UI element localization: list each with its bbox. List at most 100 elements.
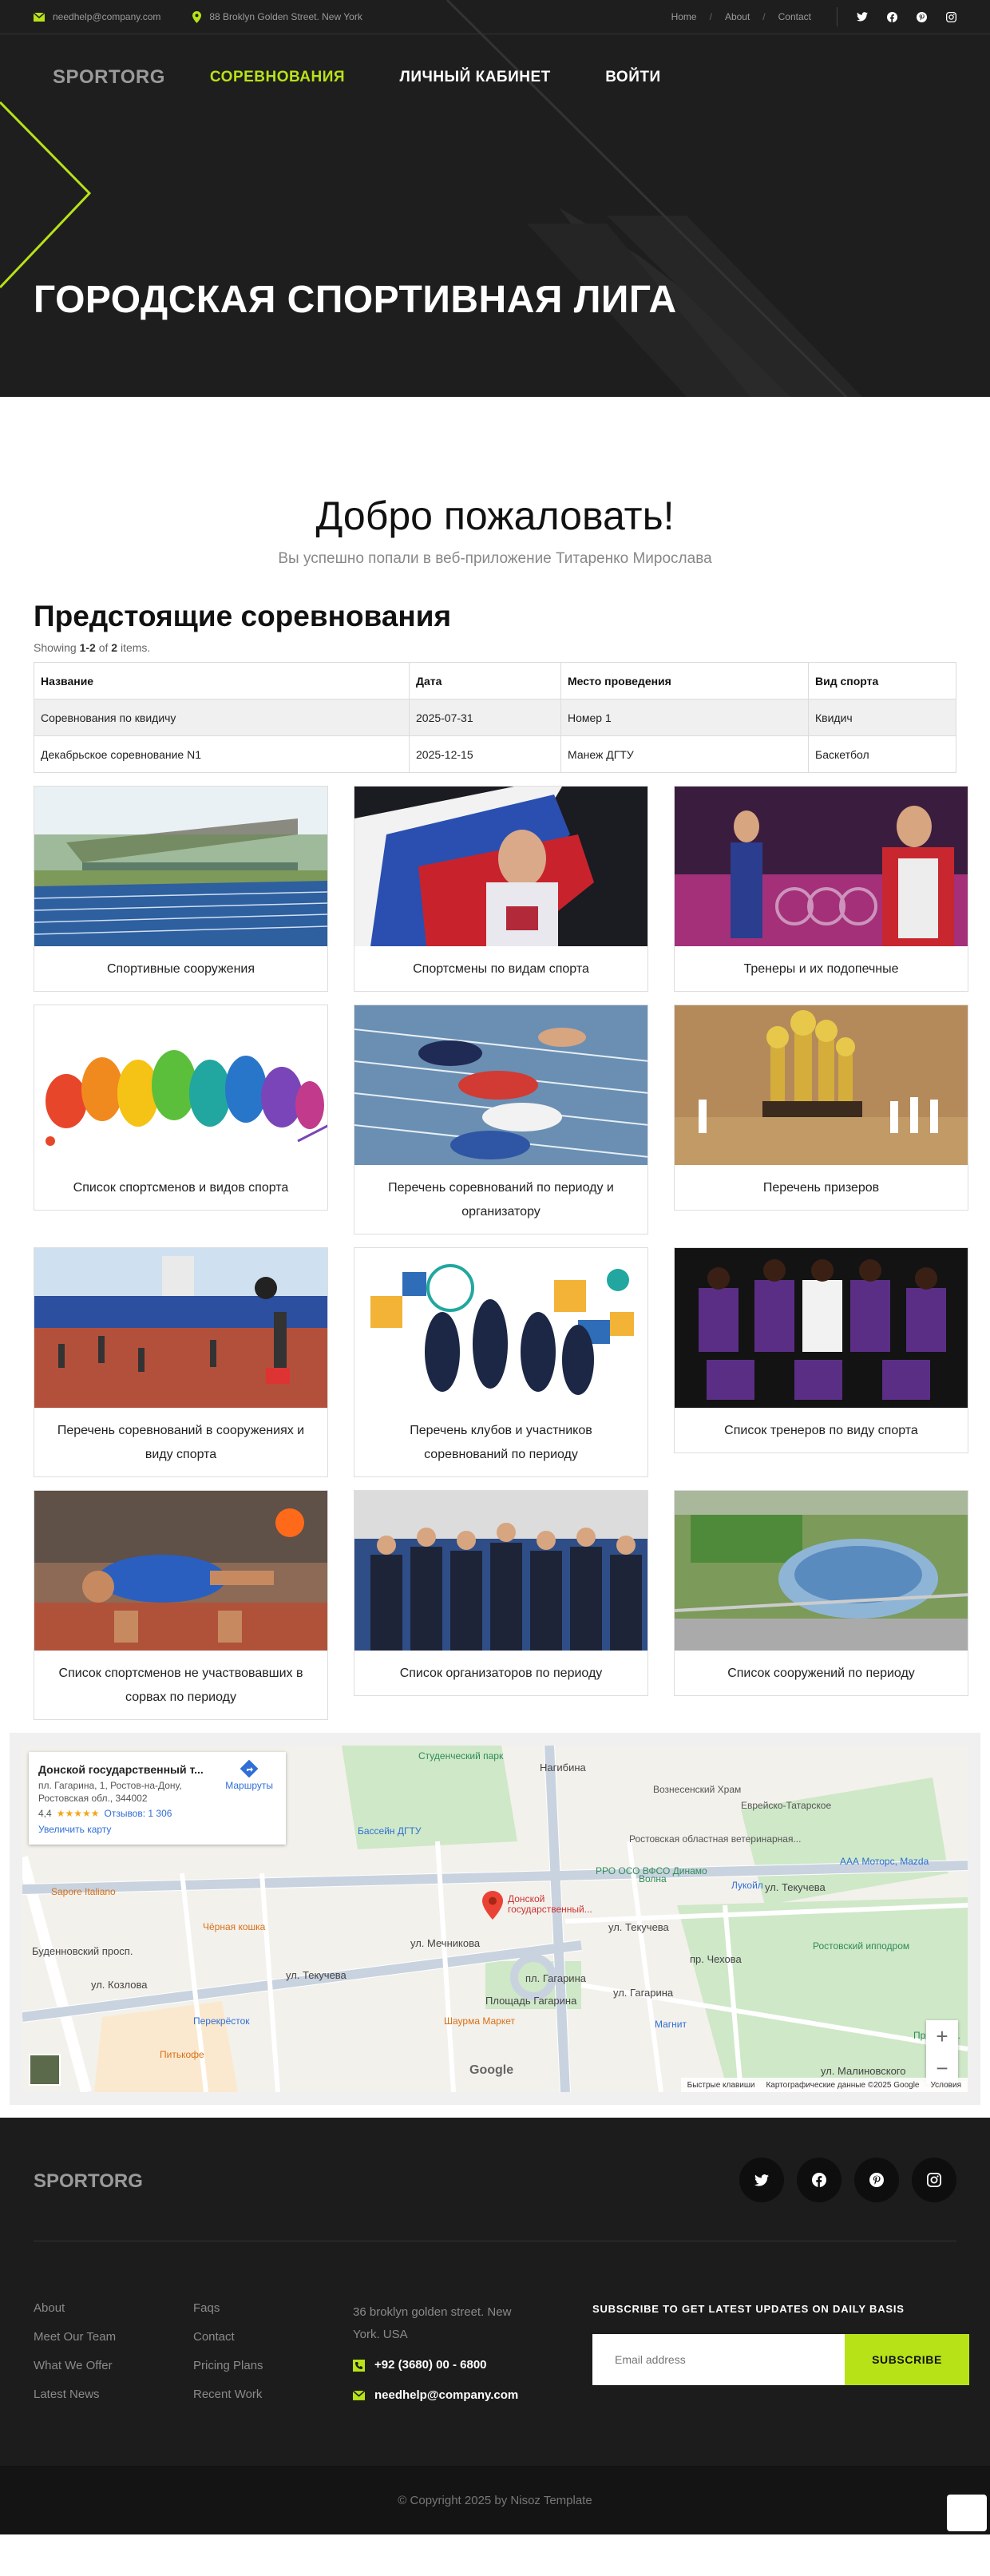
newsletter-form: SUBSCRIBE TO GET LATEST UPDATES ON DAILY… xyxy=(592,2303,969,2385)
summary-suffix: items. xyxy=(117,641,151,654)
map-shortcuts-link[interactable]: Быстрые клавиши xyxy=(687,2081,755,2090)
footer-contact: 36 broklyn golden street. New York. USA … xyxy=(353,2301,537,2407)
footer-link-faqs[interactable]: Faqs xyxy=(193,2301,263,2330)
envelope-icon xyxy=(34,12,45,22)
card-organizers[interactable]: Список организаторов по периоду xyxy=(354,1490,648,1696)
card-label: Список тренеров по виду спорта xyxy=(724,1424,918,1437)
card-coaches-by-sport[interactable]: Список тренеров по виду спорта xyxy=(674,1247,968,1453)
instagram-icon[interactable] xyxy=(946,11,956,22)
table-row[interactable]: Соревнования по квидичу 2025-07-31 Номер… xyxy=(34,699,956,736)
pinterest-icon[interactable] xyxy=(854,2158,899,2202)
column-header-name[interactable]: Название xyxy=(34,662,410,699)
topbar-link-about[interactable]: About xyxy=(725,11,750,22)
card-athletes-and-sports[interactable]: Список спортсменов и видов спорта xyxy=(34,1005,328,1211)
map-label-koshka: Чёрная кошка xyxy=(203,1921,266,1932)
card-label: Перечень соревнований по периоду и орган… xyxy=(388,1181,614,1219)
rating-stars-icon: ★★★★★ xyxy=(56,1808,100,1819)
divider: / xyxy=(709,11,712,22)
place-address: пл. Гагарина, 1, Ростов-на-Дону, Ростовс… xyxy=(38,1780,182,1804)
place-reviews-link[interactable]: Отзывов: 1 306 xyxy=(104,1808,172,1819)
card-label: Список спортсменов не участвовавших в со… xyxy=(58,1666,303,1704)
footer-phone[interactable]: +92 (3680) 00 - 6800 xyxy=(374,2354,487,2376)
column-header-venue[interactable]: Место проведения xyxy=(560,662,809,699)
card-competitions-in-facilities[interactable]: Перечень соревнований в сооружениях и ви… xyxy=(34,1247,328,1477)
map-label-street: ул. Козлова xyxy=(91,1979,148,1991)
card-competitions-by-period[interactable]: Перечень соревнований по периоду и орган… xyxy=(354,1005,648,1234)
footer-link-team[interactable]: Meet Our Team xyxy=(34,2330,116,2359)
map-terms-link[interactable]: Условия xyxy=(930,2081,961,2090)
card-coaches[interactable]: Тренеры и их подопечные xyxy=(674,786,968,992)
enlarge-map-link[interactable]: Увеличить карту xyxy=(38,1824,276,1835)
location-map[interactable]: Студенческий парк Бассейн ДГТУ Вознесенс… xyxy=(10,1733,980,2105)
table-summary: Showing 1-2 of 2 items. xyxy=(34,641,956,654)
footer-link-news[interactable]: Latest News xyxy=(34,2388,116,2416)
footer-email-row[interactable]: needhelp@company.com xyxy=(353,2384,537,2407)
column-header-sport[interactable]: Вид спорта xyxy=(808,662,956,699)
map-label-magnit: Магнит xyxy=(655,2019,687,2030)
map-label-pin[interactable]: Донской государственный... xyxy=(508,1894,612,1915)
card-label: Тренеры и их подопечные xyxy=(743,962,899,976)
topbar-email-text[interactable]: needhelp@company.com xyxy=(53,11,160,22)
map-label-street: пл. Гагарина xyxy=(525,1972,586,1984)
report-cards: Спортивные сооружения Спортсмены по вида… xyxy=(34,786,968,1720)
nav-links: СОРЕВНОВАНИЯ ЛИЧНЫЙ КАБИНЕТ ВОЙТИ xyxy=(210,69,712,86)
card-prize-winners[interactable]: Перечень призеров xyxy=(674,1005,968,1211)
newsletter-label: SUBSCRIBE TO GET LATEST UPDATES ON DAILY… xyxy=(592,2303,905,2315)
card-non-participants[interactable]: Список спортсменов не участвовавших в со… xyxy=(34,1490,328,1720)
footer-address: 36 broklyn golden street. New York. USA xyxy=(353,2305,512,2341)
instagram-icon[interactable] xyxy=(912,2158,956,2202)
facebook-icon[interactable] xyxy=(887,11,897,22)
map-type-thumbnail[interactable] xyxy=(29,2054,61,2086)
twitter-icon[interactable] xyxy=(739,2158,784,2202)
site-header: needhelp@company.com 88 Broklyn Golden S… xyxy=(0,0,990,397)
footer-link-work[interactable]: Recent Work xyxy=(193,2388,263,2416)
map-label-vet: Ростовская областная ветеринарная... xyxy=(629,1833,802,1845)
table-row[interactable]: Декабрьское соревнование N1 2025-12-15 М… xyxy=(34,735,956,773)
map-label-aaa: ААА Моторс, Mazda xyxy=(840,1856,929,1867)
newsletter-email-input[interactable] xyxy=(592,2334,845,2385)
subscribe-button[interactable]: SUBSCRIBE xyxy=(845,2334,969,2385)
copyright-text: © Copyright 2025 by Nisoz Template xyxy=(398,2493,592,2507)
card-image-coach-gymnast xyxy=(675,787,968,946)
recaptcha-badge-icon[interactable] xyxy=(947,2495,987,2531)
nav-item-cabinet[interactable]: ЛИЧНЫЙ КАБИНЕТ xyxy=(400,69,551,85)
site-logo[interactable]: SPORTORG xyxy=(53,66,165,89)
footer-link-pricing[interactable]: Pricing Plans xyxy=(193,2359,263,2388)
twitter-icon[interactable] xyxy=(857,12,868,22)
footer-link-offer[interactable]: What We Offer xyxy=(34,2359,116,2388)
place-rating-row: 4,4 ★★★★★ Отзывов: 1 306 xyxy=(38,1808,276,1819)
place-info-card: Донской государственный т... пл. Гагарин… xyxy=(29,1752,286,1845)
zoom-in-button[interactable]: + xyxy=(926,2020,958,2052)
topbar-link-home[interactable]: Home xyxy=(671,11,697,22)
map-marker-icon xyxy=(192,10,202,23)
directions-button[interactable]: Маршруты xyxy=(225,1759,273,1791)
card-label: Список спортсменов и видов спорта xyxy=(73,1181,289,1195)
nav-item-login[interactable]: ВОЙТИ xyxy=(605,69,660,85)
footer-logo[interactable]: SPORTORG xyxy=(34,2170,143,2193)
footer-email[interactable]: needhelp@company.com xyxy=(374,2384,518,2407)
envelope-icon xyxy=(353,2391,365,2400)
footer-phone-row[interactable]: +92 (3680) 00 - 6800 xyxy=(353,2354,537,2376)
map-label-street: ул. Текучева xyxy=(608,1921,669,1933)
nav-item-competitions[interactable]: СОРЕВНОВАНИЯ xyxy=(210,69,345,85)
footer-link-about[interactable]: About xyxy=(34,2301,116,2330)
card-clubs-and-participants[interactable]: Перечень клубов и участников соревновани… xyxy=(354,1247,648,1477)
map-canvas[interactable]: Студенческий парк Бассейн ДГТУ Вознесенс… xyxy=(10,1733,980,2105)
map-label-street: Буденновский просп. xyxy=(32,1945,133,1957)
welcome-title: Добро пожаловать! xyxy=(315,493,675,538)
map-label-volna: Волна xyxy=(639,1873,667,1884)
card-sports-facilities[interactable]: Спортивные сооружения xyxy=(34,786,328,992)
card-image-basketball-team xyxy=(675,1248,968,1408)
topbar-email[interactable]: needhelp@company.com xyxy=(34,11,160,22)
location-pin-icon[interactable] xyxy=(482,1891,503,1920)
footer-link-contact[interactable]: Contact xyxy=(193,2330,263,2359)
pinterest-icon[interactable] xyxy=(917,11,927,22)
topbar-link-contact[interactable]: Contact xyxy=(778,11,811,22)
map-label-street: ул. Текучева xyxy=(286,1969,346,1981)
card-athletes-by-sport[interactable]: Спортсмены по видам спорта xyxy=(354,786,648,992)
facebook-icon[interactable] xyxy=(797,2158,842,2202)
card-facilities-by-period[interactable]: Список сооружений по периоду xyxy=(674,1490,968,1696)
map-label-street: ул. Текучева xyxy=(765,1881,826,1893)
card-image-track-field xyxy=(34,1248,327,1408)
column-header-date[interactable]: Дата xyxy=(409,662,561,699)
